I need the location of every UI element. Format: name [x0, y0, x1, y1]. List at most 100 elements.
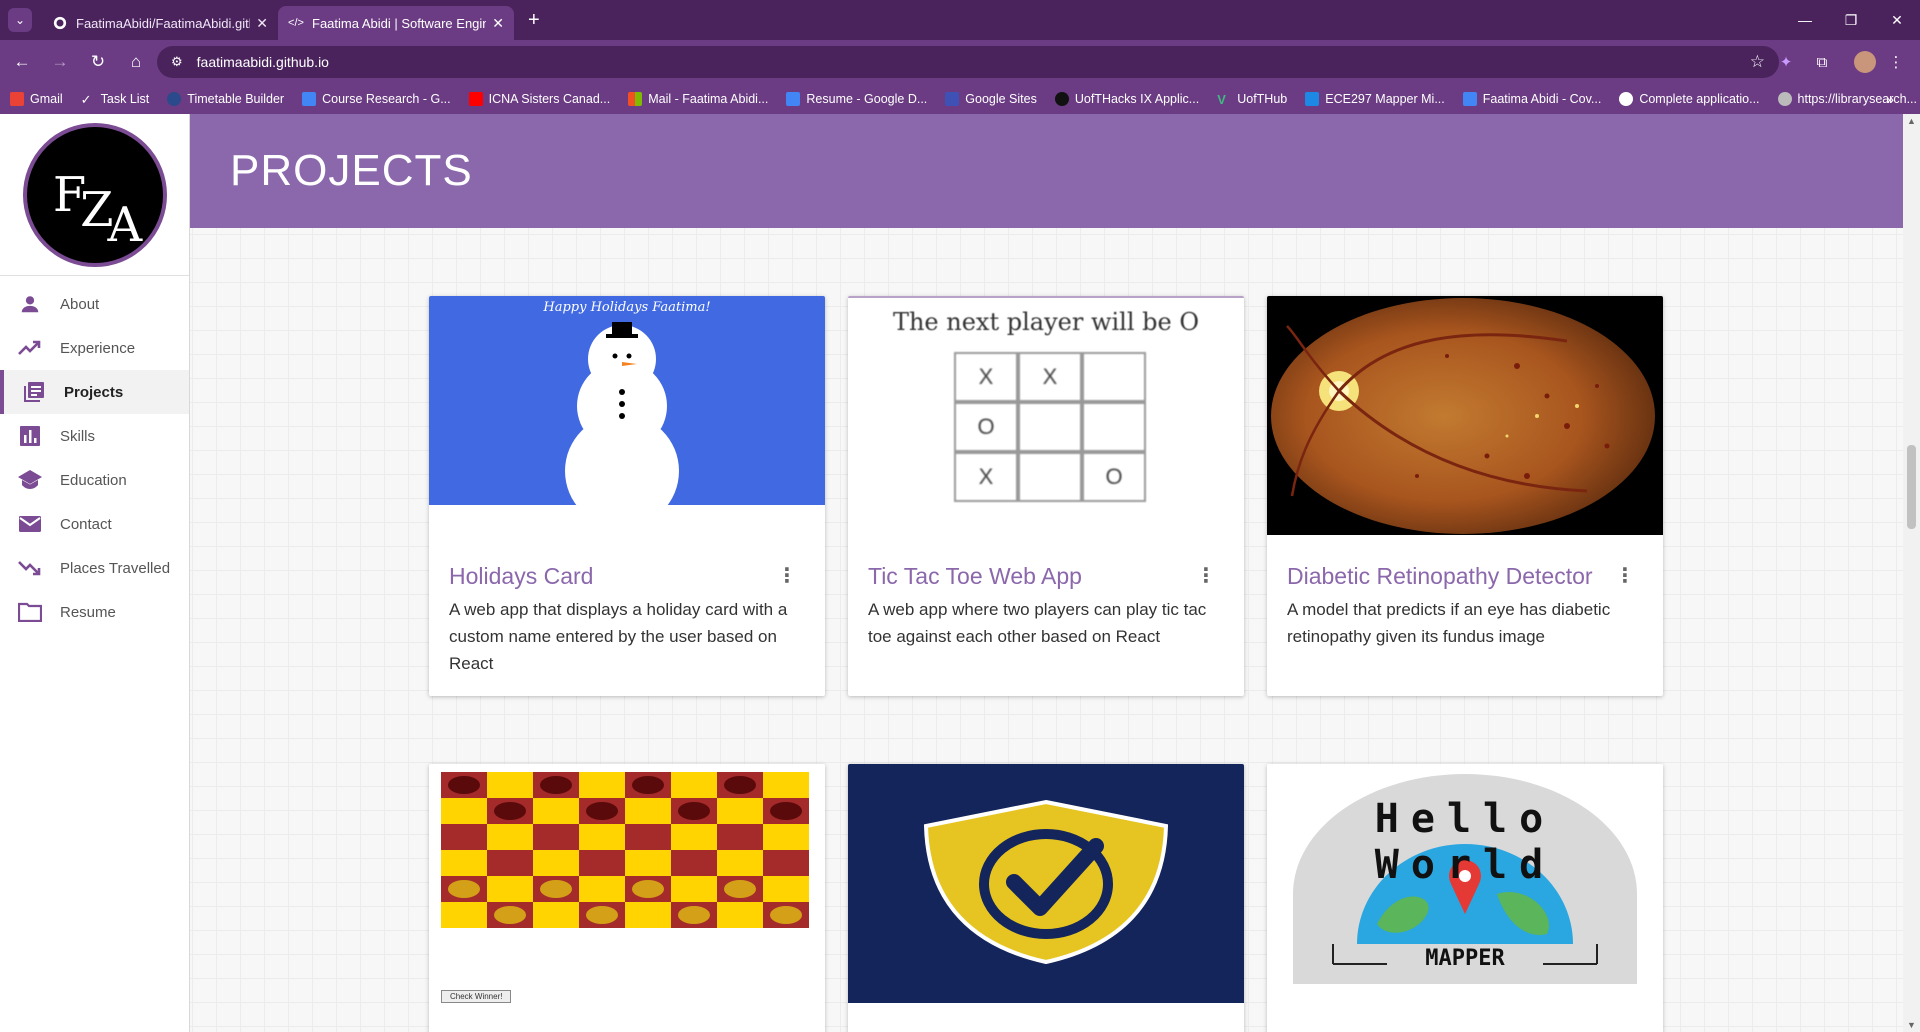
- bookmark-item[interactable]: https://librarysearch...: [1777, 92, 1917, 106]
- project-card[interactable]: Check Winner!: [429, 764, 825, 1032]
- sidebar-item-about[interactable]: About: [0, 282, 189, 326]
- toolbar-divider: [1842, 46, 1850, 78]
- checker-piece: [724, 880, 756, 898]
- sidebar: FZA About Experience Projects Skills Edu…: [0, 114, 190, 1032]
- card-title[interactable]: Tic Tac Toe Web App: [868, 563, 1082, 589]
- bookmark-label: Task List: [100, 92, 150, 106]
- sidebar-item-skills[interactable]: Skills: [0, 414, 189, 458]
- gmail-icon: [10, 92, 24, 106]
- card-title[interactable]: Holidays Card: [449, 563, 593, 589]
- project-card[interactable]: [848, 764, 1244, 1032]
- board-cell: [1018, 402, 1082, 452]
- tictactoe-board: X X O X O: [954, 352, 1146, 502]
- more-bookmarks-icon[interactable]: »: [1886, 91, 1894, 107]
- board-square: [441, 902, 487, 928]
- scroll-up-icon[interactable]: ▲: [1907, 116, 1916, 126]
- vue-icon: V: [1217, 92, 1226, 107]
- project-card[interactable]: Happy Holidays Faatima! Holidays Card ⋮ …: [429, 296, 825, 696]
- checkers-board: [441, 772, 809, 928]
- board-cell: X: [1018, 352, 1082, 402]
- close-tab-icon[interactable]: ✕: [256, 15, 268, 32]
- extension-icon[interactable]: ✦: [1770, 46, 1802, 78]
- bookmark-item[interactable]: ICNA Sisters Canad...: [468, 92, 610, 106]
- board-cell: O: [1082, 452, 1146, 502]
- board-square: [579, 772, 625, 798]
- site-info-icon[interactable]: ⚙: [171, 54, 183, 70]
- bookmark-star-icon[interactable]: ☆: [1750, 52, 1765, 72]
- scrollbar-thumb[interactable]: [1907, 445, 1916, 529]
- more-vert-icon[interactable]: ⋮: [1615, 563, 1635, 588]
- google-docs-icon: [302, 92, 317, 106]
- board-square: [487, 824, 533, 850]
- reload-icon[interactable]: ↻: [82, 46, 114, 78]
- fza-logo[interactable]: FZA: [22, 122, 167, 267]
- sidebar-item-label: Places Travelled: [60, 559, 171, 577]
- more-vert-icon[interactable]: ⋮: [777, 563, 797, 588]
- checker-piece: [494, 906, 526, 924]
- board-square: [625, 902, 671, 928]
- bookmark-item[interactable]: ✓ Task List: [81, 92, 150, 107]
- checker-piece: [586, 802, 618, 820]
- timetable-icon: [167, 92, 182, 106]
- bookmark-item[interactable]: UofTHacks IX Applic...: [1054, 92, 1199, 106]
- sidebar-item-label: Resume: [60, 603, 116, 621]
- extensions-puzzle-icon[interactable]: ⧉: [1806, 46, 1838, 78]
- bookmark-item[interactable]: Mail - Faatima Abidi...: [628, 92, 768, 106]
- board-cell: [1082, 402, 1146, 452]
- google-docs-icon: [786, 92, 801, 106]
- fundus-illustration: [1271, 298, 1655, 534]
- tab-search-button[interactable]: ⌄: [8, 8, 32, 32]
- more-menu-icon[interactable]: ⋮: [1880, 46, 1912, 78]
- project-card[interactable]: Diabetic Retinopathy Detector ⋮ A model …: [1267, 296, 1663, 696]
- browser-tab[interactable]: FaatimaAbidi/FaatimaAbidi.githu ✕: [42, 6, 278, 40]
- sidebar-item-resume[interactable]: Resume: [0, 590, 189, 634]
- sidebar-item-education[interactable]: Education: [0, 458, 189, 502]
- board-cell: [1018, 452, 1082, 502]
- url-text: faatimaabidi.github.io: [196, 54, 329, 70]
- sidebar-item-contact[interactable]: Contact: [0, 502, 189, 546]
- scroll-down-icon[interactable]: ▼: [1907, 1020, 1916, 1030]
- checker-piece: [678, 802, 710, 820]
- project-card[interactable]: Hello World MAPPER: [1267, 764, 1663, 1032]
- forward-icon[interactable]: →: [44, 46, 76, 78]
- card-description: A web app where two players can play tic…: [868, 600, 1207, 646]
- mapper-icon: [1305, 92, 1320, 106]
- restore-icon[interactable]: ❐: [1828, 0, 1874, 40]
- board-square: [625, 824, 671, 850]
- bookmark-item[interactable]: Timetable Builder: [167, 92, 284, 106]
- bookmark-item[interactable]: Gmail: [10, 92, 63, 106]
- browser-tab-active[interactable]: </> Faatima Abidi | Software Engine ✕: [278, 6, 514, 40]
- profile-avatar[interactable]: [1854, 51, 1876, 73]
- close-window-icon[interactable]: ✕: [1874, 0, 1920, 40]
- board-square: [671, 876, 717, 902]
- more-vert-icon[interactable]: ⋮: [1196, 563, 1216, 588]
- address-bar[interactable]: ⚙ faatimaabidi.github.io ☆: [157, 46, 1779, 78]
- back-icon[interactable]: ←: [6, 46, 38, 78]
- card-title[interactable]: Diabetic Retinopathy Detector: [1287, 563, 1593, 589]
- bookmark-label: UofTHub: [1237, 92, 1288, 106]
- bookmark-item[interactable]: ECE297 Mapper Mi...: [1305, 92, 1445, 106]
- library-icon: [1777, 92, 1792, 106]
- sidebar-item-projects[interactable]: Projects: [0, 370, 189, 414]
- sidebar-item-experience[interactable]: Experience: [0, 326, 189, 370]
- card-description: A model that predicts if an eye has diab…: [1287, 600, 1611, 646]
- page-scrollbar[interactable]: ▲ ▼: [1903, 114, 1920, 1032]
- bookmark-item[interactable]: Faatima Abidi - Cov...: [1462, 92, 1601, 106]
- new-tab-button[interactable]: +: [528, 9, 540, 32]
- bookmark-item[interactable]: V UofTHub: [1217, 92, 1288, 107]
- check-winner-button[interactable]: Check Winner!: [441, 990, 512, 1003]
- board-square: [625, 850, 671, 876]
- minimize-icon[interactable]: —: [1782, 0, 1828, 40]
- home-icon[interactable]: ⌂: [120, 46, 152, 78]
- library-books-icon: [20, 380, 48, 404]
- bookmark-item[interactable]: Course Research - G...: [302, 92, 451, 106]
- project-card[interactable]: The next player will be O X X O X O Tic …: [848, 296, 1244, 696]
- board-square: [487, 772, 533, 798]
- bookmark-item[interactable]: Google Sites: [945, 92, 1037, 106]
- bookmark-item[interactable]: Complete applicatio...: [1619, 92, 1760, 106]
- close-tab-icon[interactable]: ✕: [492, 15, 504, 32]
- board-square: [533, 824, 579, 850]
- sidebar-item-places-travelled[interactable]: Places Travelled: [0, 546, 189, 590]
- bookmark-item[interactable]: Resume - Google D...: [786, 92, 927, 106]
- board-square: [441, 824, 487, 850]
